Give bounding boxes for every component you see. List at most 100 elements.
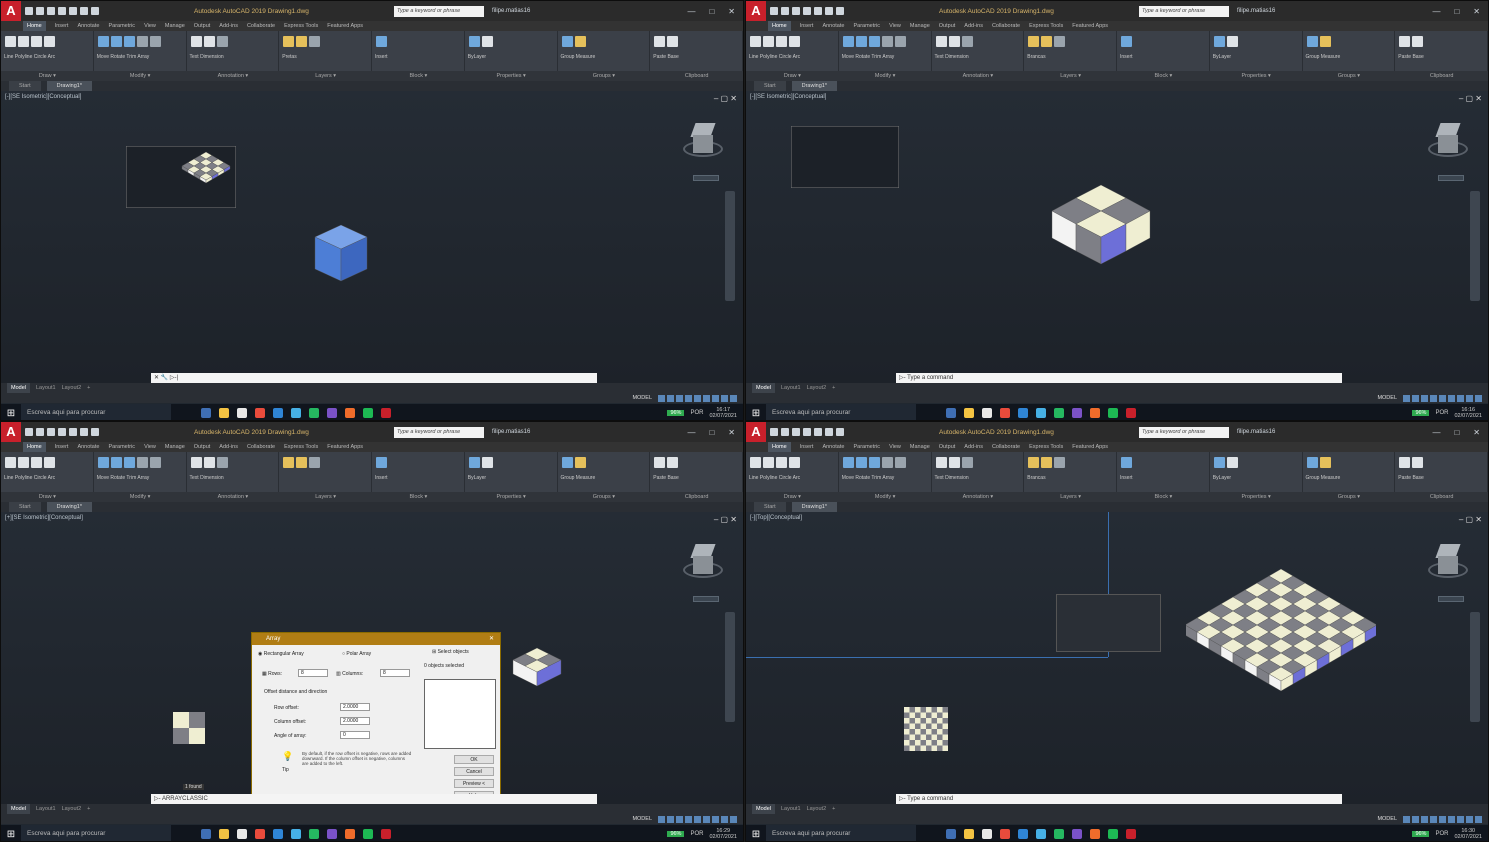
saveas-icon[interactable] (58, 428, 66, 436)
tab-view[interactable]: View (889, 21, 901, 31)
base-icon[interactable] (1412, 36, 1424, 47)
trim-icon[interactable] (868, 36, 880, 47)
windows-start-icon[interactable]: ⊞ (1, 408, 21, 419)
plot-icon[interactable] (814, 428, 822, 436)
panel-title-draw[interactable]: Draw ▾ (746, 492, 839, 502)
save-icon[interactable] (792, 428, 800, 436)
paste-icon[interactable] (654, 36, 666, 47)
drawing-viewport[interactable]: [-][Top][Conceptual] – ▢ ✕ ▷- Type a com… (746, 512, 1488, 804)
user-name[interactable]: filipe.matias16 (1237, 8, 1275, 14)
measure-icon[interactable] (574, 457, 586, 468)
tab-home[interactable]: Home (768, 21, 791, 31)
panel-title-clipboard[interactable]: Clipboard (650, 71, 743, 81)
viewport-controls[interactable]: – ▢ ✕ (1459, 94, 1482, 103)
new-icon[interactable] (25, 7, 33, 15)
undo-icon[interactable] (825, 7, 833, 15)
autocad-task-icon[interactable] (1126, 829, 1136, 839)
navigation-bar[interactable] (1470, 191, 1480, 301)
taskbar-preview-popup[interactable] (1056, 594, 1161, 652)
arc-icon[interactable] (789, 36, 800, 47)
panel-title-annotation[interactable]: Annotation ▾ (187, 492, 280, 502)
array-dialog[interactable]: Array ✕ ◉ Rectangular Array ○ Polar Array… (251, 632, 501, 804)
panel-title-layers[interactable]: Layers ▾ (279, 492, 372, 502)
user-name[interactable]: filipe.matias16 (1237, 429, 1275, 435)
line-icon[interactable] (5, 457, 16, 468)
copy-icon[interactable] (136, 36, 148, 47)
tab-manage[interactable]: Manage (910, 442, 930, 452)
panel-title-layers[interactable]: Layers ▾ (1024, 492, 1117, 502)
command-text[interactable]: ▷- Type a command (899, 373, 953, 383)
panel-title-draw[interactable]: Draw ▾ (1, 492, 94, 502)
insert-icon[interactable] (1121, 36, 1132, 47)
trim-icon[interactable] (123, 36, 135, 47)
office-icon[interactable] (345, 408, 355, 418)
viewport-label[interactable]: [-][SE Isometric][Conceptual] (5, 94, 81, 100)
tab-express-tools[interactable]: Express Tools (1029, 21, 1063, 31)
command-text[interactable]: ▷- ARRAYCLASSIC (154, 794, 208, 804)
layout-tab-model[interactable]: Model (7, 383, 30, 393)
tab-home[interactable]: Home (23, 21, 46, 31)
panel-title-annotation[interactable]: Annotation ▾ (932, 71, 1025, 81)
panel-title-block[interactable]: Block ▾ (1117, 492, 1210, 502)
bylayer-value[interactable]: ByLayer (468, 54, 554, 60)
layout-tab-add[interactable]: + (87, 804, 90, 814)
polyline-icon[interactable] (763, 36, 774, 47)
tab-add-ins[interactable]: Add-ins (219, 21, 238, 31)
panel-title-layers[interactable]: Layers ▾ (1024, 71, 1117, 81)
annotation-scale-icon[interactable] (712, 815, 719, 823)
polyline-icon[interactable] (763, 457, 774, 468)
saveas-icon[interactable] (58, 7, 66, 15)
ucs-unnamed-badge[interactable] (693, 596, 719, 602)
file-tab-start[interactable]: Start (9, 502, 41, 512)
row-offset-input[interactable]: 2.0000 (340, 703, 370, 711)
osnap-toggle-icon[interactable] (694, 815, 701, 823)
match-properties-icon[interactable] (1213, 36, 1225, 47)
viewcube[interactable] (1428, 121, 1468, 161)
maximize-button[interactable]: □ (1454, 7, 1459, 16)
ucs-unnamed-badge[interactable] (1438, 175, 1464, 181)
two-tone-cube[interactable] (1046, 181, 1156, 271)
whatsapp-icon[interactable] (1054, 829, 1064, 839)
tab-output[interactable]: Output (939, 442, 956, 452)
arc-icon[interactable] (44, 457, 55, 468)
minimize-button[interactable]: — (1432, 7, 1440, 16)
measure-icon[interactable] (574, 36, 586, 47)
save-icon[interactable] (47, 428, 55, 436)
tab-parametric[interactable]: Parametric (853, 21, 880, 31)
battery-indicator[interactable]: 96% (667, 410, 685, 416)
insert-icon[interactable] (1121, 457, 1132, 468)
insert-icon[interactable] (376, 36, 387, 47)
layout-tab-layout1[interactable]: Layout1 (36, 383, 56, 393)
tab-insert[interactable]: Insert (800, 21, 814, 31)
panel-title-annotation[interactable]: Annotation ▾ (932, 492, 1025, 502)
file-explorer-icon[interactable] (964, 829, 974, 839)
file-explorer-icon[interactable] (219, 829, 229, 839)
layer-current-value[interactable]: Pretas (282, 54, 368, 60)
tab-featured-apps[interactable]: Featured Apps (1072, 442, 1108, 452)
maximize-button[interactable]: □ (709, 428, 714, 437)
rows-input[interactable]: 8 (298, 669, 328, 677)
battery-indicator[interactable]: 96% (667, 831, 685, 837)
copy-icon[interactable] (881, 36, 893, 47)
polar-toggle-icon[interactable] (1430, 394, 1437, 402)
panel-title-modify[interactable]: Modify ▾ (94, 71, 187, 81)
dimension-icon[interactable] (948, 36, 960, 47)
panel-title-properties[interactable]: Properties ▾ (465, 492, 558, 502)
tab-home[interactable]: Home (23, 442, 46, 452)
polar-toggle-icon[interactable] (685, 815, 692, 823)
paste-icon[interactable] (1399, 457, 1411, 468)
ucs-unnamed-badge[interactable] (693, 175, 719, 181)
mail-icon[interactable] (1018, 408, 1028, 418)
layer-on-icon[interactable] (1041, 457, 1053, 468)
workspace-gear-icon[interactable] (721, 394, 728, 402)
viewport-controls[interactable]: – ▢ ✕ (714, 94, 737, 103)
layer-freeze-icon[interactable] (1054, 36, 1066, 47)
autocad-logo[interactable]: A (746, 1, 766, 21)
search-input[interactable]: Type a keyword or phrase (394, 426, 484, 438)
group-icon[interactable] (561, 457, 573, 468)
panel-title-clipboard[interactable]: Clipboard (1395, 492, 1488, 502)
table-icon[interactable] (216, 457, 228, 468)
layer-current-value[interactable]: Brancas (1027, 54, 1113, 60)
tab-insert[interactable]: Insert (55, 21, 69, 31)
store-icon[interactable] (982, 829, 992, 839)
